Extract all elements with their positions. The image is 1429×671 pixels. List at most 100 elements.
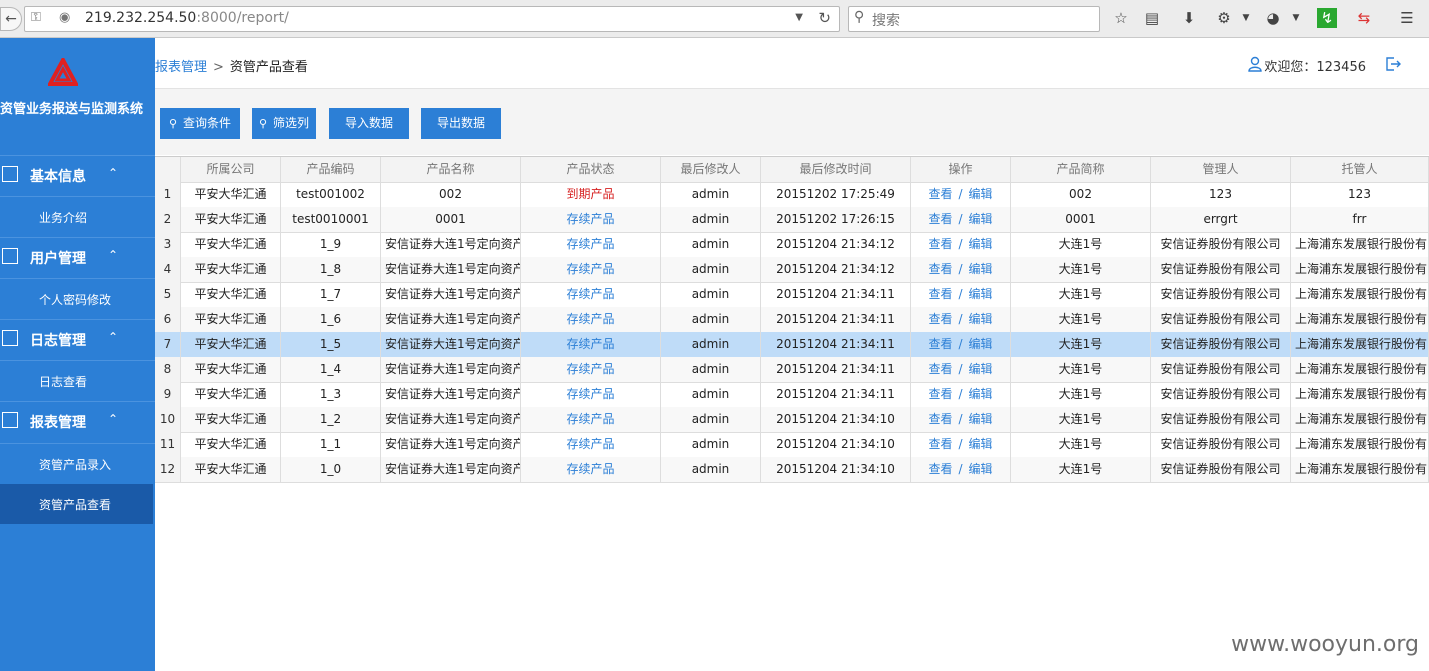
column-header[interactable]: 操作: [911, 157, 1011, 182]
custodian-cell: 上海浦东发展银行股份有: [1291, 307, 1429, 332]
export-data-button[interactable]: 导出数据: [421, 108, 501, 139]
view-link[interactable]: 查看: [928, 237, 952, 251]
view-link[interactable]: 查看: [928, 337, 952, 351]
table-row[interactable]: 4 平安大华汇通 1_8 安信证券大连1号定向资产 存续产品 admin 20151204 …: [155, 257, 1429, 283]
menu-group-report-management[interactable]: 报表管理 ⌃: [0, 401, 155, 442]
short-name-cell: 大连1号: [1011, 332, 1151, 357]
edit-link[interactable]: 编辑: [969, 337, 993, 351]
view-link[interactable]: 查看: [928, 362, 952, 376]
edit-link[interactable]: 编辑: [969, 412, 993, 426]
column-header[interactable]: 产品状态: [521, 157, 661, 182]
button-label: 导出数据: [436, 116, 485, 130]
edit-link[interactable]: 编辑: [969, 212, 993, 226]
column-header[interactable]: 托管人: [1291, 157, 1429, 182]
table-row[interactable]: 9 平安大华汇通 1_3 安信证券大连1号定向资产 存续产品 admin 20151204 …: [155, 382, 1429, 408]
actions-cell: 查看 / 编辑: [911, 357, 1011, 382]
table-row[interactable]: 6 平安大华汇通 1_6 安信证券大连1号定向资产 存续产品 admin 20151204 …: [155, 307, 1429, 333]
action-separator: /: [958, 362, 963, 376]
query-conditions-button[interactable]: ⚲ 查询条件: [160, 108, 240, 139]
time-cell: 20151204 21:34:10: [761, 432, 911, 457]
company-cell: 平安大华汇通: [181, 407, 281, 432]
flash-icon[interactable]: ↯: [1317, 8, 1337, 28]
column-header[interactable]: 产品编码: [281, 157, 381, 182]
download-icon[interactable]: ⬇: [1179, 8, 1199, 28]
edit-link[interactable]: 编辑: [969, 312, 993, 326]
view-link[interactable]: 查看: [928, 187, 952, 201]
column-header[interactable]: 产品名称: [381, 157, 521, 182]
menu-item-password-change[interactable]: 个人密码修改: [0, 278, 155, 319]
menu-group-log-management[interactable]: 日志管理 ⌃: [0, 319, 155, 360]
menu-group-label: 基本信息: [30, 169, 86, 185]
view-link[interactable]: 查看: [928, 312, 952, 326]
edit-link[interactable]: 编辑: [969, 187, 993, 201]
sync-arrows-icon[interactable]: ⇆: [1354, 8, 1374, 28]
menu-item-product-entry[interactable]: 资管产品录入: [0, 443, 155, 484]
table-row[interactable]: 3 平安大华汇通 1_9 安信证券大连1号定向资产 存续产品 admin 20151204 …: [155, 232, 1429, 258]
menu-group-user-management[interactable]: 用户管理 ⌃: [0, 237, 155, 278]
code-cell: 1_3: [281, 382, 381, 407]
column-header[interactable]: 最后修改时间: [761, 157, 911, 182]
view-link[interactable]: 查看: [928, 462, 952, 476]
shield-icon[interactable]: ◕: [1263, 8, 1283, 28]
modifier-cell: admin: [661, 182, 761, 207]
short-name-cell: 大连1号: [1011, 257, 1151, 282]
status-cell: 存续产品: [521, 432, 661, 457]
edit-link[interactable]: 编辑: [969, 462, 993, 476]
edit-link[interactable]: 编辑: [969, 437, 993, 451]
reload-icon[interactable]: ↻: [818, 9, 831, 27]
filter-columns-button[interactable]: ⚲ 筛选列: [252, 108, 316, 139]
table-row[interactable]: 12 平安大华汇通 1_0 安信证券大连1号定向资产 存续产品 admin 20151204…: [155, 457, 1429, 483]
addon-dropdown-icon[interactable]: ▼: [1236, 8, 1256, 28]
code-cell: 1_1: [281, 432, 381, 457]
short-name-cell: 大连1号: [1011, 307, 1151, 332]
view-link[interactable]: 查看: [928, 437, 952, 451]
column-header[interactable]: 所属公司: [181, 157, 281, 182]
custodian-cell: 上海浦东发展银行股份有: [1291, 232, 1429, 257]
modifier-cell: admin: [661, 357, 761, 382]
menu-group-basic-info[interactable]: 基本信息 ⌃: [0, 155, 155, 196]
shield-dropdown-icon[interactable]: ▼: [1286, 8, 1306, 28]
view-link[interactable]: 查看: [928, 287, 952, 301]
table-row[interactable]: 1 平安大华汇通 test001002 002 到期产品 admin 20151202 17…: [155, 182, 1429, 208]
address-bar[interactable]: ⚿ ◉ 219.232.254.50:8000/report/ ▼ ↻: [24, 6, 840, 32]
button-label: 查询条件: [183, 116, 232, 130]
menu-item-product-view[interactable]: 资管产品查看: [0, 484, 153, 524]
logout-icon[interactable]: [1385, 56, 1401, 72]
column-header[interactable]: 最后修改人: [661, 157, 761, 182]
table-row[interactable]: 2 平安大华汇通 test0010001 0001 存续产品 admin 20151202 …: [155, 207, 1429, 233]
code-cell: 1_0: [281, 457, 381, 482]
table-row[interactable]: 7 平安大华汇通 1_5 安信证券大连1号定向资产 存续产品 admin 20151204 …: [155, 332, 1429, 358]
edit-link[interactable]: 编辑: [969, 362, 993, 376]
view-link[interactable]: 查看: [928, 212, 952, 226]
menu-item-label: 资管产品录入: [39, 458, 112, 472]
table-row[interactable]: 11 平安大华汇通 1_1 安信证券大连1号定向资产 存续产品 admin 20151204…: [155, 432, 1429, 458]
view-link[interactable]: 查看: [928, 262, 952, 276]
custodian-cell: 上海浦东发展银行股份有: [1291, 257, 1429, 282]
menu-item-log-view[interactable]: 日志查看: [0, 360, 155, 401]
table-row[interactable]: 10 平安大华汇通 1_2 安信证券大连1号定向资产 存续产品 admin 20151204…: [155, 407, 1429, 433]
bookmark-star-icon[interactable]: ☆: [1111, 8, 1131, 28]
reading-list-icon[interactable]: ▤: [1142, 8, 1162, 28]
breadcrumb-parent-link[interactable]: 报表管理: [155, 60, 207, 75]
table-row[interactable]: 5 平安大华汇通 1_7 安信证券大连1号定向资产 存续产品 admin 20151204 …: [155, 282, 1429, 308]
actions-cell: 查看 / 编辑: [911, 257, 1011, 282]
table-row[interactable]: 8 平安大华汇通 1_4 安信证券大连1号定向资产 存续产品 admin 20151204 …: [155, 357, 1429, 383]
edit-link[interactable]: 编辑: [969, 287, 993, 301]
chevron-up-icon: ⌃: [108, 166, 119, 180]
edit-link[interactable]: 编辑: [969, 262, 993, 276]
column-header[interactable]: 管理人: [1151, 157, 1291, 182]
view-link[interactable]: 查看: [928, 412, 952, 426]
addon-icon[interactable]: ⚙: [1214, 8, 1234, 28]
edit-link[interactable]: 编辑: [969, 237, 993, 251]
browser-search-input[interactable]: ⚲ 搜索: [848, 6, 1100, 32]
code-cell: 1_4: [281, 357, 381, 382]
import-data-button[interactable]: 导入数据: [329, 108, 409, 139]
view-link[interactable]: 查看: [928, 387, 952, 401]
row-index: 7: [155, 332, 181, 357]
edit-link[interactable]: 编辑: [969, 387, 993, 401]
menu-icon[interactable]: ☰: [1397, 8, 1417, 28]
column-header[interactable]: 产品简称: [1011, 157, 1151, 182]
url-dropdown-icon[interactable]: ▼: [795, 12, 803, 23]
back-button[interactable]: ←: [0, 7, 22, 31]
menu-item-business-intro[interactable]: 业务介绍: [0, 196, 155, 237]
